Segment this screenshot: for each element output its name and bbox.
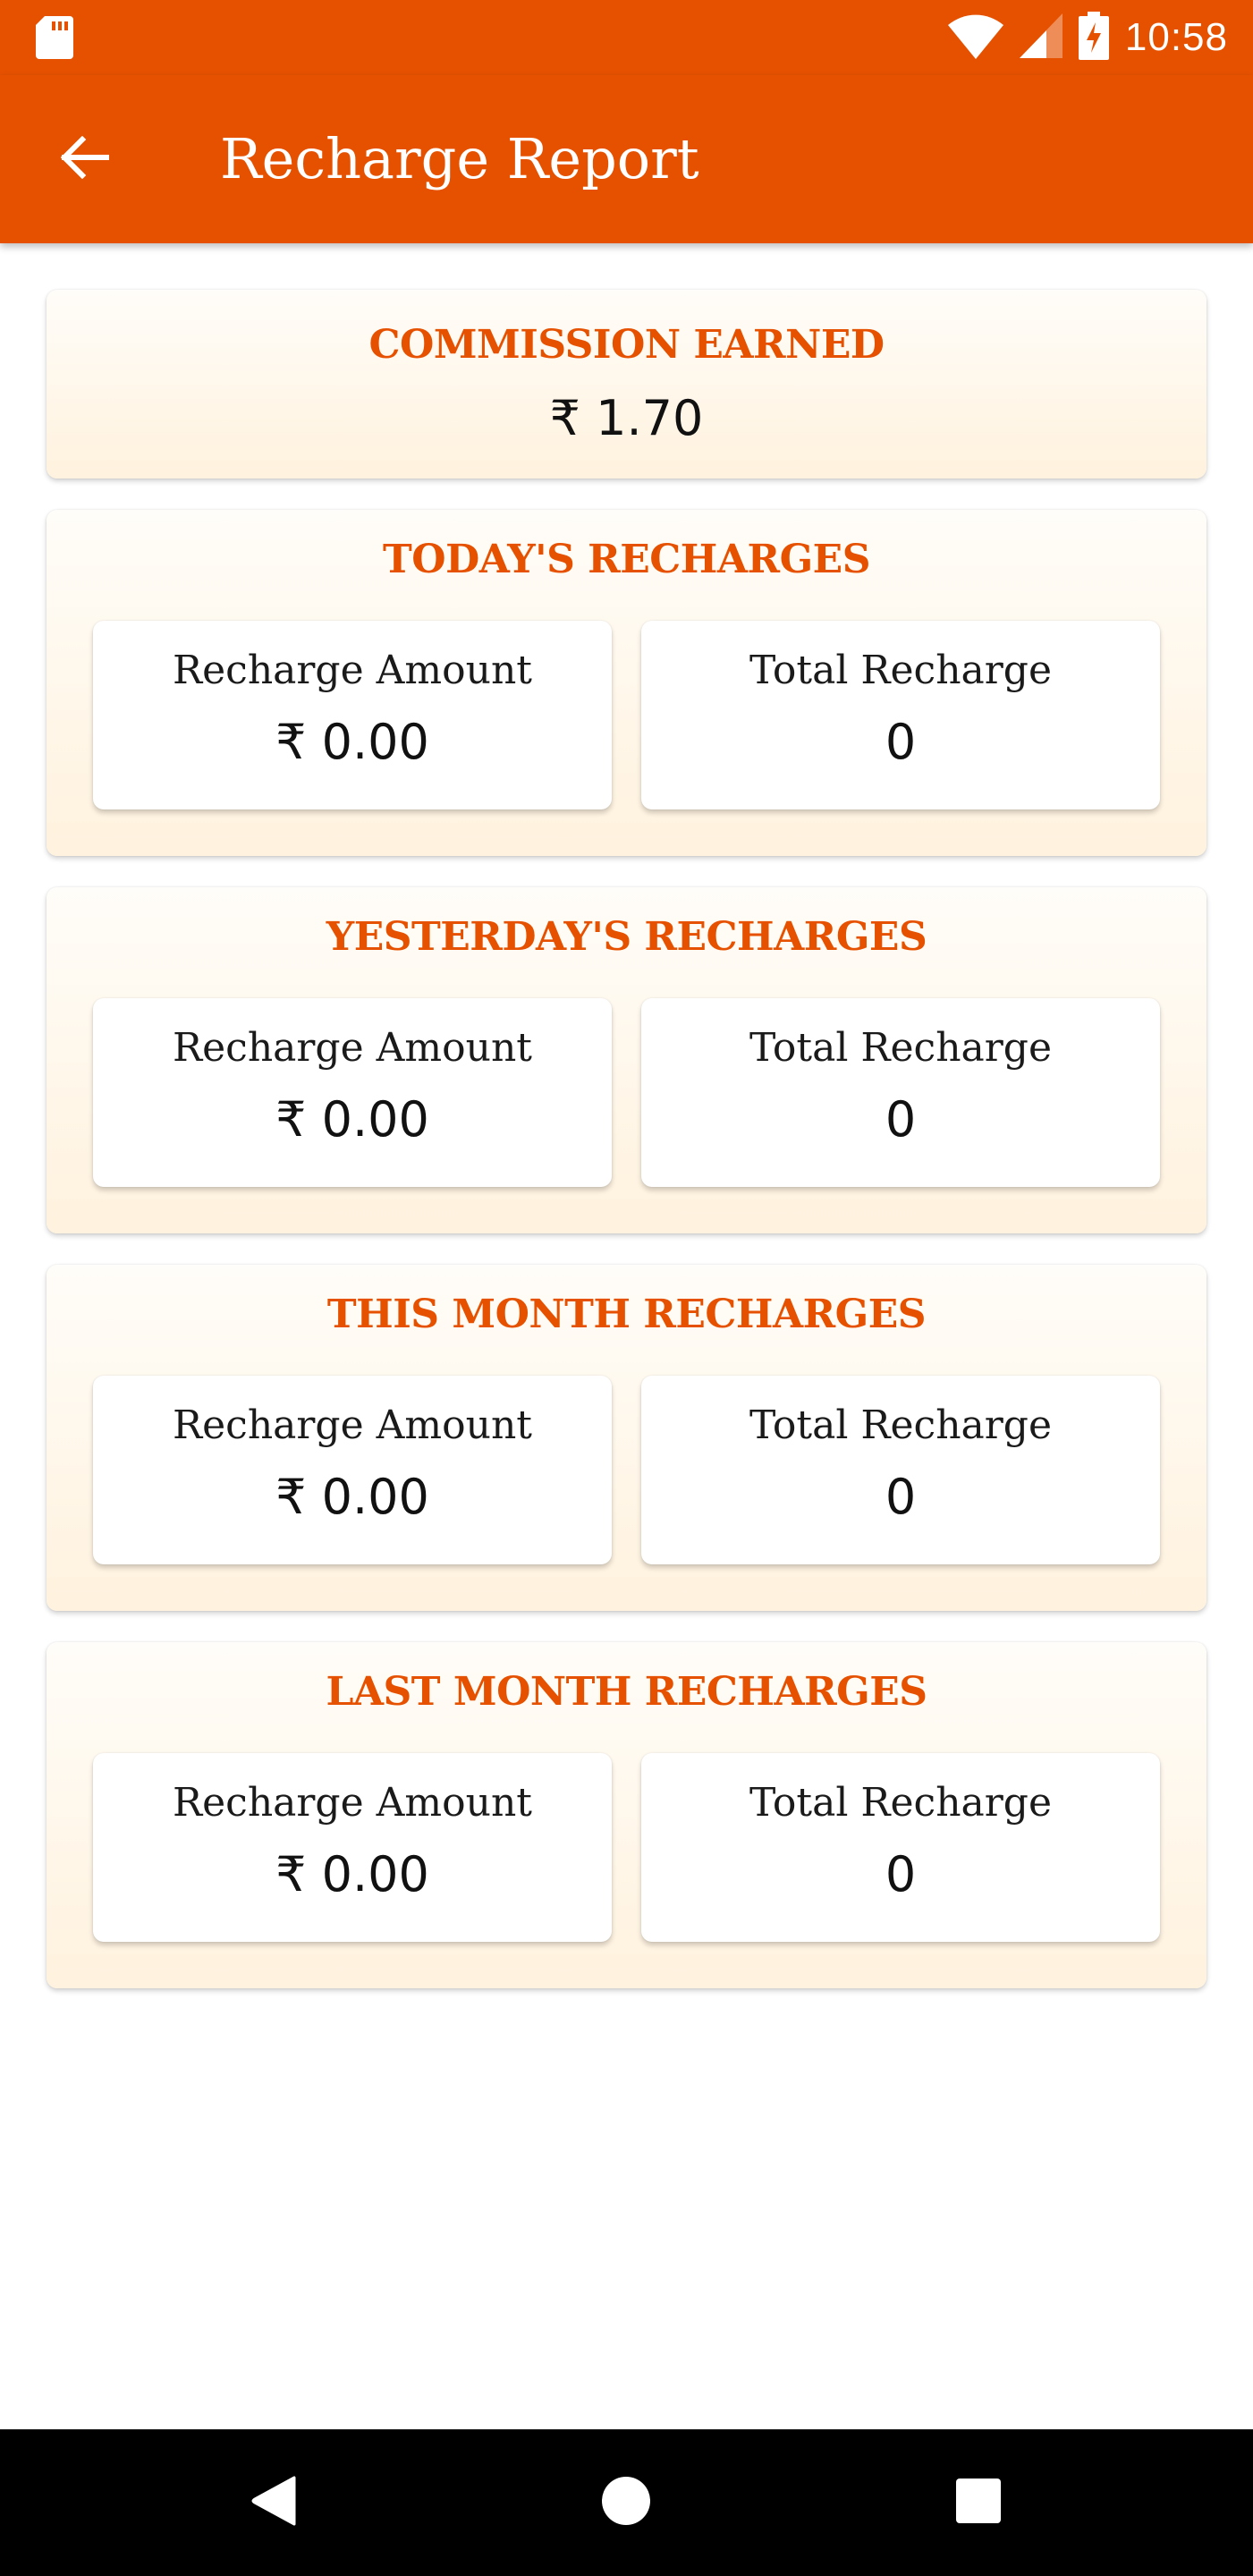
system-nav-bar [0,2429,1253,2576]
commission-card: COMMISSION EARNED ₹ 1.70 [47,290,1206,479]
arrow-left-icon [59,135,110,182]
recharge-amount-label: Recharge Amount [173,1025,532,1071]
status-bar: 10:58 [0,0,1253,75]
cell-signal-icon [1019,13,1063,62]
last-month-recharges-card: LAST MONTH RECHARGES Recharge Amount ₹ 0… [47,1642,1206,1988]
section-title: THIS MONTH RECHARGES [326,1292,927,1337]
section-title: TODAY'S RECHARGES [383,537,870,582]
recharge-amount-label: Recharge Amount [173,1780,532,1826]
recharge-amount-box: Recharge Amount ₹ 0.00 [93,1376,612,1564]
total-recharge-box: Total Recharge 0 [641,998,1160,1187]
total-recharge-label: Total Recharge [749,1402,1052,1448]
back-triangle-icon [251,2476,296,2529]
total-recharge-label: Total Recharge [749,648,1052,693]
recharge-amount-box: Recharge Amount ₹ 0.00 [93,621,612,809]
total-recharge-value: 0 [885,1091,917,1148]
page-title: Recharge Report [220,126,699,191]
total-recharge-label: Total Recharge [749,1025,1052,1071]
home-circle-icon [601,2476,651,2529]
total-recharge-value: 0 [885,1469,917,1525]
section-title: YESTERDAY'S RECHARGES [326,914,927,960]
total-recharge-box: Total Recharge 0 [641,621,1160,809]
section-title: LAST MONTH RECHARGES [326,1669,927,1715]
total-recharge-box: Total Recharge 0 [641,1753,1160,1942]
toolbar: Recharge Report [0,75,1253,243]
total-recharge-value: 0 [885,1846,917,1902]
status-time: 10:58 [1124,15,1228,59]
recharge-amount-box: Recharge Amount ₹ 0.00 [93,1753,612,1942]
recharge-amount-value: ₹ 0.00 [275,1091,429,1148]
recents-square-icon [955,2478,1002,2528]
nav-home-button[interactable] [590,2467,662,2538]
yesterday-recharges-card: YESTERDAY'S RECHARGES Recharge Amount ₹ … [47,887,1206,1233]
recharge-amount-value: ₹ 0.00 [275,714,429,770]
total-recharge-value: 0 [885,714,917,770]
wifi-icon [947,13,1003,63]
this-month-recharges-card: THIS MONTH RECHARGES Recharge Amount ₹ 0… [47,1265,1206,1611]
nav-back-button[interactable] [238,2467,309,2538]
sd-card-icon [36,16,73,59]
nav-recents-button[interactable] [943,2467,1014,2538]
today-recharges-card: TODAY'S RECHARGES Recharge Amount ₹ 0.00… [47,510,1206,856]
recharge-amount-box: Recharge Amount ₹ 0.00 [93,998,612,1187]
back-button[interactable] [47,122,122,197]
status-icons: 10:58 [947,11,1228,64]
recharge-amount-label: Recharge Amount [173,1402,532,1448]
commission-title: COMMISSION EARNED [368,322,885,368]
recharge-amount-value: ₹ 0.00 [275,1846,429,1902]
recharge-amount-label: Recharge Amount [173,648,532,693]
recharge-amount-value: ₹ 0.00 [275,1469,429,1525]
commission-value: ₹ 1.70 [549,390,704,446]
total-recharge-box: Total Recharge 0 [641,1376,1160,1564]
battery-charging-icon [1078,12,1109,64]
total-recharge-label: Total Recharge [749,1780,1052,1826]
